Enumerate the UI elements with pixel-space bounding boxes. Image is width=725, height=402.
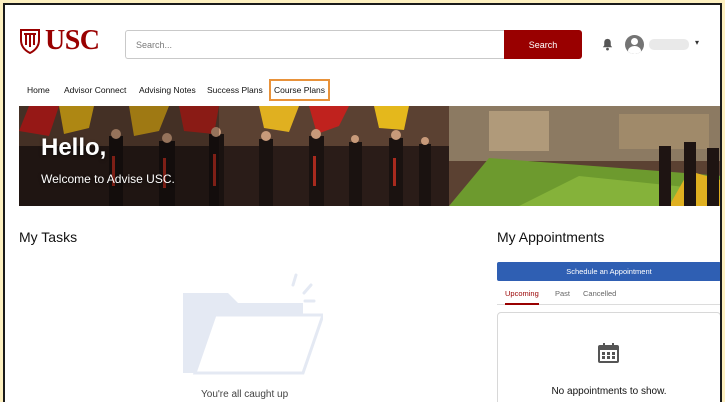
- avatar-body: [628, 46, 641, 54]
- tab-upcoming[interactable]: Upcoming: [505, 287, 539, 305]
- nav-item-advisor-connect[interactable]: Advisor Connect: [64, 79, 126, 101]
- avatar-head: [631, 38, 638, 45]
- app-window: USC Search ▾ Home Advisor Connect Advisi…: [3, 3, 722, 402]
- user-avatar-icon[interactable]: [625, 35, 644, 54]
- usc-seal-icon: [20, 29, 40, 54]
- tab-cancelled[interactable]: Cancelled: [583, 287, 616, 305]
- tab-past[interactable]: Past: [555, 287, 570, 305]
- hero-background-image: [19, 106, 720, 206]
- hero-banner: Hello, Welcome to Advise USC.: [19, 106, 720, 206]
- hero-greeting: Hello,: [41, 134, 107, 161]
- appointments-empty-message: No appointments to show.: [551, 386, 667, 397]
- appointment-tabs: Upcoming Past Cancelled: [497, 287, 720, 305]
- logo-wordmark: USC: [45, 25, 100, 56]
- nav-item-success-plans[interactable]: Success Plans: [207, 79, 263, 101]
- hero-subtitle: Welcome to Advise USC.: [41, 172, 175, 186]
- folder-icon: [183, 273, 323, 375]
- my-appointments-title: My Appointments: [497, 229, 605, 245]
- chevron-down-icon[interactable]: ▾: [695, 38, 699, 47]
- user-name-redacted[interactable]: [649, 39, 689, 50]
- nav-item-advising-notes[interactable]: Advising Notes: [139, 79, 196, 101]
- tasks-empty-message: You're all caught up: [201, 389, 289, 400]
- calendar-icon: [598, 343, 619, 363]
- main-nav: Home Advisor Connect Advising Notes Succ…: [5, 79, 720, 101]
- bell-icon[interactable]: [601, 38, 614, 51]
- nav-item-course-plans[interactable]: Course Plans: [269, 79, 331, 101]
- search-input[interactable]: [125, 30, 505, 59]
- appointments-card: No appointments to show.: [497, 312, 720, 402]
- my-tasks-title: My Tasks: [19, 229, 78, 245]
- nav-item-home[interactable]: Home: [27, 79, 50, 101]
- header: USC Search ▾: [5, 5, 720, 77]
- schedule-appointment-button[interactable]: Schedule an Appointment: [497, 262, 720, 281]
- usc-logo[interactable]: USC: [19, 27, 100, 55]
- search-button[interactable]: Search: [504, 30, 582, 59]
